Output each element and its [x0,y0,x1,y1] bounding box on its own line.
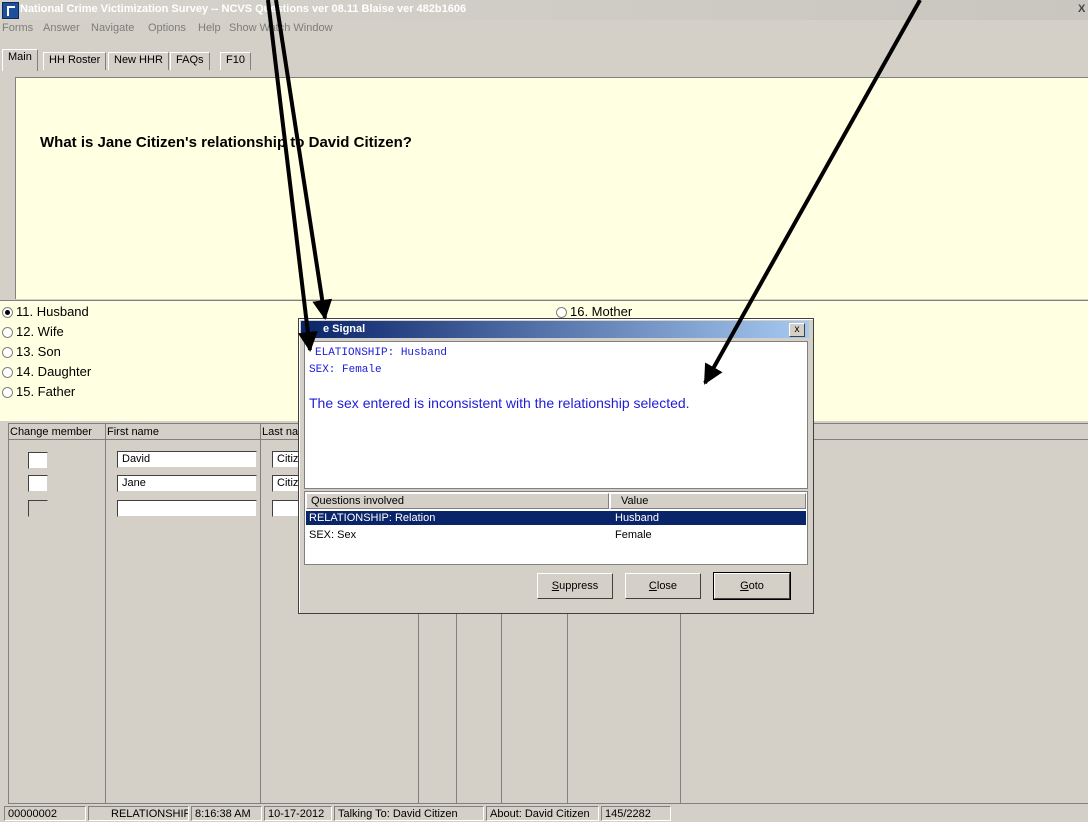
answer-option-mother[interactable]: 16. Mother [556,304,632,319]
status-date: 10-17-2012 [264,806,332,821]
status-case-id: 00000002 [4,806,86,821]
answer-option-husband[interactable]: 11. Husband [2,304,89,319]
close-button[interactable]: Close [625,573,701,599]
answer-label: 13. Son [16,344,61,359]
tab-faqs[interactable]: FAQs [170,52,210,70]
menu-show-watch-window[interactable]: Show Watch Window [229,22,333,34]
dialog-title: e Signal [323,323,366,335]
first-name-field[interactable]: Jane [117,475,257,492]
signal-message-text: The sex entered is inconsistent with the… [309,395,690,411]
column-divider [456,614,457,803]
answer-label: 16. Mother [570,304,633,319]
status-talking-to: Talking To: David Citizen [334,806,484,821]
answer-option-father[interactable]: 15. Father [2,384,75,399]
answer-label: 14. Daughter [16,364,92,379]
radio-icon[interactable] [2,387,13,399]
status-field: RELATIONSHIP [88,806,189,821]
radio-icon[interactable] [2,367,13,379]
dialog-title-bar[interactable]: e Signal x [301,321,809,338]
grid-header-value: Value [610,493,806,509]
status-time: 8:16:38 AM [191,806,262,821]
tab-hh-roster[interactable]: HH Roster [43,52,107,70]
answer-label: 11. Husband [16,304,89,319]
grid-cell-value: Female [615,529,652,541]
column-divider [260,424,261,803]
tab-new-hhr[interactable]: New HHR [108,52,169,70]
change-member-checkbox[interactable] [28,500,48,517]
app-icon [2,2,19,19]
title-bar: National Crime Victimization Survey -- N… [0,0,1088,20]
signal-line-sex: SEX: Female [309,364,382,376]
goto-button[interactable]: Goto [713,572,791,600]
question-panel: What is Jane Citizen's relationship to D… [15,77,1088,299]
menu-help[interactable]: Help [198,22,221,34]
menu-answer[interactable]: Answer [43,22,80,34]
column-header-first-name: First name [107,426,159,438]
grid-cell-question: SEX: Sex [309,529,357,541]
menu-options[interactable]: Options [148,22,186,34]
column-divider [567,614,568,803]
signal-line-relationship: ELATIONSHIP: Husband [315,347,448,359]
answer-option-wife[interactable]: 12. Wife [2,324,64,339]
status-about: About: David Citizen [486,806,599,821]
column-divider [680,614,681,803]
grid-row[interactable]: SEX: Sex Female [306,528,806,542]
grid-header-questions: Questions involved [306,493,609,509]
suppress-button[interactable]: Suppress [537,573,613,599]
first-name-field[interactable]: David [117,451,257,468]
column-divider [418,614,419,803]
dialog-close-icon[interactable]: x [789,323,805,337]
grid-cell-value: Husband [615,512,660,524]
column-header-change-member: Change member [10,426,92,438]
answer-option-daughter[interactable]: 14. Daughter [2,364,91,379]
radio-icon[interactable] [2,327,13,339]
menu-bar: Forms Answer Navigate Options Help Show … [0,20,1088,38]
questions-involved-grid: Questions involved Value RELATIONSHIP: R… [304,491,808,565]
grid-row[interactable]: RELATIONSHIP: Relation Husband [306,511,806,525]
answer-option-son[interactable]: 13. Son [2,344,61,359]
radio-icon[interactable] [556,307,567,319]
answer-label: 12. Wife [16,324,64,339]
signal-dialog: e Signal x ELATIONSHIP: Husband SEX: Fem… [298,318,814,614]
grid-cell-question: RELATIONSHIP: Relation [309,512,436,524]
change-member-checkbox[interactable] [28,452,48,469]
tab-main[interactable]: Main [2,49,38,71]
answer-label: 15. Father [16,384,76,399]
column-divider [105,424,106,803]
menu-navigate[interactable]: Navigate [91,22,134,34]
tab-f10[interactable]: F10 [220,52,251,70]
window-close-icon[interactable]: X [1078,3,1088,17]
radio-icon[interactable] [2,347,13,359]
radio-selected-icon[interactable] [2,307,13,319]
column-divider [501,614,502,803]
status-bar: 00000002 RELATIONSHIP 8:16:38 AM 10-17-2… [0,804,1088,822]
menu-forms[interactable]: Forms [2,22,33,34]
question-text: What is Jane Citizen's relationship to D… [40,134,412,151]
tab-strip: Main HH Roster New HHR FAQs F10 [0,38,1088,76]
change-member-checkbox[interactable] [28,475,48,492]
signal-message-panel: ELATIONSHIP: Husband SEX: Female The sex… [304,341,808,489]
window-title: National Crime Victimization Survey -- N… [20,3,467,15]
first-name-field[interactable] [117,500,257,517]
column-header-last-name: Last na [262,426,299,438]
status-counter: 145/2282 [601,806,671,821]
